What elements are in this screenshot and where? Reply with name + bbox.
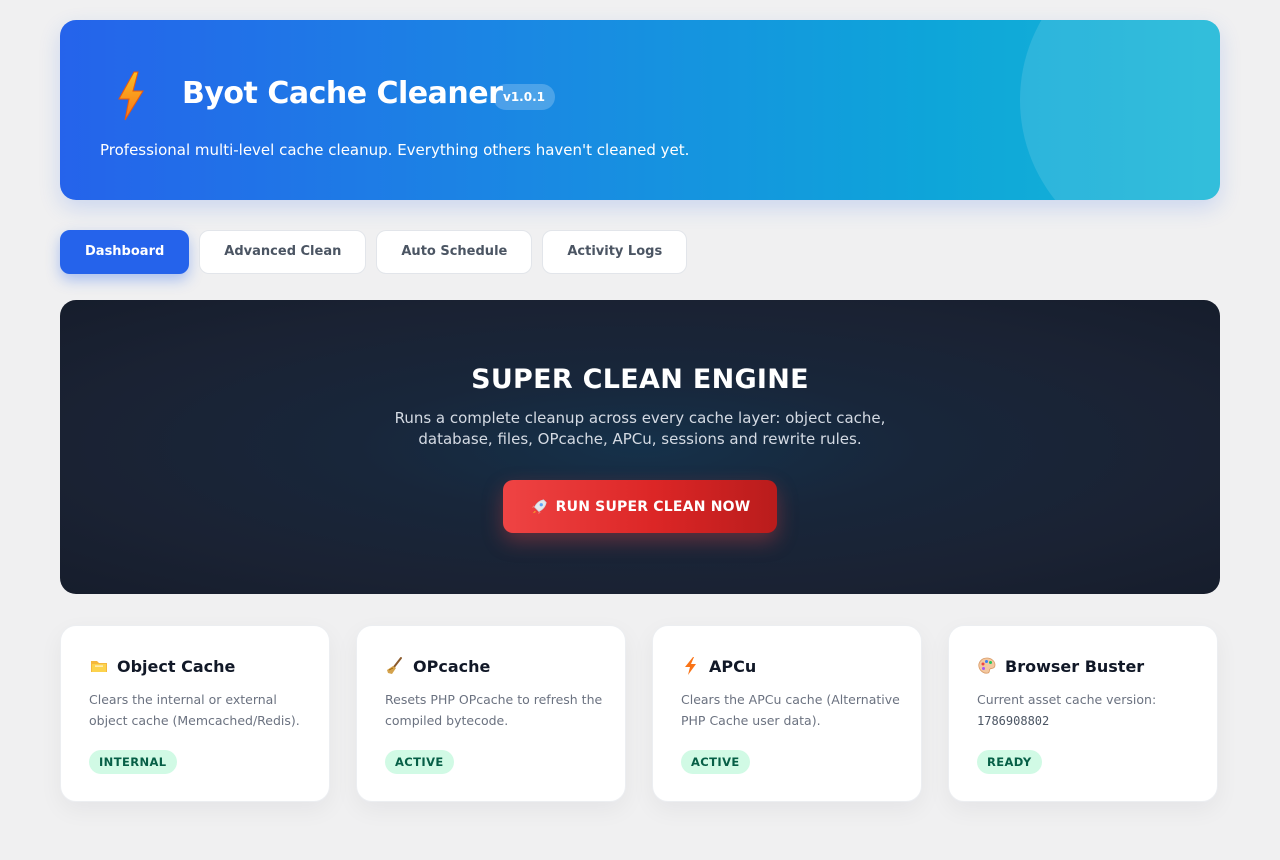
tab-dashboard[interactable]: Dashboard [60, 230, 190, 274]
nav-tabs: Dashboard Advanced Clean Auto Schedule A… [60, 230, 688, 274]
version-badge: v1.0.1 [493, 84, 555, 110]
card-apcu: APCu Clears the APCu cache (Alternative … [652, 625, 922, 802]
card-description: Resets PHP OPcache to refresh the compil… [385, 692, 603, 728]
broom-icon [387, 657, 402, 674]
lightning-icon [118, 71, 144, 121]
status-badge: INTERNAL [89, 750, 177, 774]
app-title: Byot Cache Cleaner [182, 76, 503, 111]
card-title: APCu [709, 656, 757, 676]
engine-description: Runs a complete cleanup across every cac… [394, 409, 886, 448]
rocket-icon [531, 498, 547, 514]
card-browser-buster: Browser Buster Current asset cache versi… [948, 625, 1218, 802]
card-title: Browser Buster [1005, 656, 1145, 676]
run-super-clean-label: RUN SUPER CLEAN NOW [555, 498, 751, 515]
card-description: Clears the APCu cache (Alternative PHP C… [681, 692, 900, 728]
tab-auto-schedule[interactable]: Auto Schedule [376, 230, 533, 274]
run-super-clean-button[interactable]: RUN SUPER CLEAN NOW [503, 480, 777, 533]
card-opcache: OPcache Resets PHP OPcache to refresh th… [356, 625, 626, 802]
status-badge: READY [977, 750, 1042, 774]
card-description: Clears the internal or external object c… [89, 692, 300, 728]
decorative-circle [1020, 20, 1220, 200]
tab-activity-logs[interactable]: Activity Logs [542, 230, 688, 274]
engine-title: SUPER CLEAN ENGINE [471, 364, 809, 395]
folder-icon [91, 661, 107, 672]
tab-advanced-clean[interactable]: Advanced Clean [199, 230, 367, 274]
asset-version-label: Current asset cache version: [977, 692, 1157, 707]
card-title: Object Cache [117, 656, 236, 676]
card-object-cache: Object Cache Clears the internal or exte… [60, 625, 330, 802]
status-badge: ACTIVE [385, 750, 454, 774]
lightning-icon [685, 657, 696, 675]
status-badge: ACTIVE [681, 750, 750, 774]
card-description: Current asset cache version: 1786908802 [977, 689, 1199, 732]
asset-version-value: 1786908802 [977, 714, 1050, 728]
app-description: Professional multi-level cache cleanup. … [100, 141, 690, 159]
super-clean-panel: SUPER CLEAN ENGINE Runs a complete clean… [60, 300, 1220, 594]
palette-icon [978, 657, 996, 674]
card-title: OPcache [413, 656, 491, 676]
header-banner: Byot Cache Cleaner v1.0.1 Professional m… [60, 20, 1220, 200]
